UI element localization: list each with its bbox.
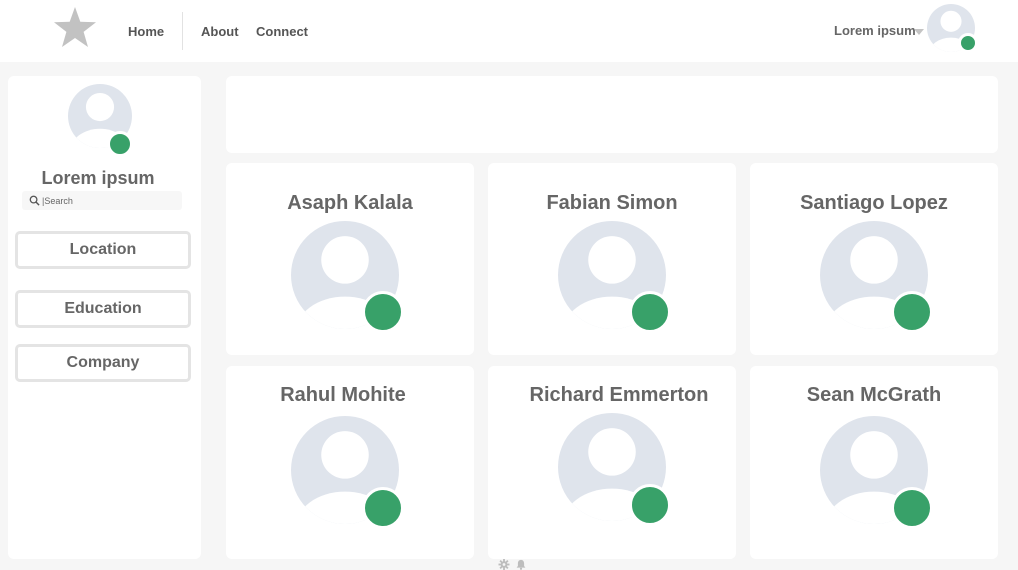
- nav-connect[interactable]: Connect: [256, 24, 308, 39]
- person-name: Rahul Mohite: [280, 384, 406, 406]
- person-card[interactable]: Asaph Kalala: [226, 163, 474, 355]
- person-avatar: [291, 416, 404, 529]
- person-card[interactable]: Richard Emmerton: [488, 366, 736, 559]
- person-card[interactable]: Fabian Simon: [488, 163, 736, 355]
- gear-icon[interactable]: [498, 559, 510, 570]
- top-nav-bar: Home About Connect Lorem ipsum: [0, 0, 1018, 62]
- person-avatar: [558, 413, 671, 526]
- nav-home[interactable]: Home: [128, 24, 164, 39]
- search-icon: [29, 195, 40, 206]
- sidebar: Lorem ipsum Location Education Company: [8, 76, 201, 559]
- banner: [226, 76, 998, 153]
- filter-education-button[interactable]: Education: [15, 290, 191, 328]
- profile-name: Lorem ipsum: [41, 168, 155, 188]
- online-status-dot: [629, 291, 671, 333]
- person-card[interactable]: Sean McGrath: [750, 366, 998, 559]
- online-status-dot: [362, 487, 404, 529]
- online-status-dot: [107, 131, 133, 157]
- star-icon[interactable]: [53, 6, 97, 48]
- search-input[interactable]: [41, 192, 176, 209]
- person-avatar: [558, 221, 671, 333]
- person-card[interactable]: Rahul Mohite: [226, 366, 474, 559]
- person-name: Asaph Kalala: [287, 192, 413, 214]
- person-name: Santiago Lopez: [800, 192, 948, 214]
- person-card[interactable]: Santiago Lopez: [750, 163, 998, 355]
- filter-company-button[interactable]: Company: [15, 344, 191, 382]
- person-avatar: [291, 221, 404, 333]
- online-status-dot: [891, 487, 933, 529]
- person-avatar: [820, 221, 933, 333]
- profile-avatar[interactable]: [68, 84, 133, 157]
- person-name: Sean McGrath: [806, 384, 942, 406]
- caret-down-icon[interactable]: [914, 29, 924, 35]
- person-name: Fabian Simon: [546, 192, 678, 214]
- nav-about[interactable]: About: [201, 24, 239, 39]
- user-avatar[interactable]: [927, 4, 978, 53]
- online-status-dot: [891, 291, 933, 333]
- person-avatar: [820, 416, 933, 529]
- bell-icon[interactable]: [515, 559, 527, 570]
- online-status-dot: [362, 291, 404, 333]
- filter-location-button[interactable]: Location: [15, 231, 191, 269]
- user-menu-name[interactable]: Lorem ipsum: [834, 23, 916, 38]
- person-name: Richard Emmerton: [529, 384, 709, 406]
- online-status-dot: [629, 484, 671, 526]
- search-box: [22, 191, 182, 210]
- online-status-dot: [958, 33, 978, 53]
- nav-divider: [182, 12, 183, 50]
